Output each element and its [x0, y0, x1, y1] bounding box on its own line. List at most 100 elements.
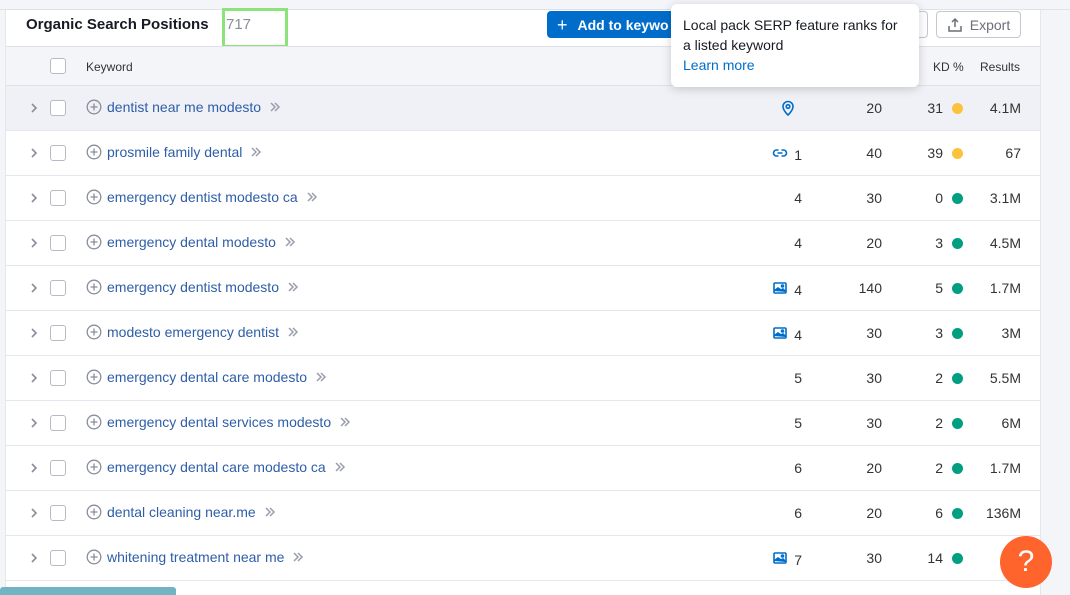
row-checkbox[interactable]: [50, 460, 66, 476]
row-checkbox[interactable]: [50, 325, 66, 341]
keyword-overview-icon[interactable]: [263, 505, 277, 519]
add-keyword-icon[interactable]: [86, 99, 102, 115]
keyword-overview-icon[interactable]: [291, 550, 305, 564]
keyword-overview-icon[interactable]: [314, 370, 328, 384]
keyword-link[interactable]: emergency dental modesto: [107, 234, 276, 250]
keyword-link[interactable]: emergency dental care modesto: [107, 369, 307, 385]
expand-chevron-icon[interactable]: [28, 235, 40, 251]
table-row[interactable]: emergency dental care modesto ca 6 20 2 1.7M: [6, 446, 1040, 491]
expand-chevron-icon[interactable]: [28, 100, 40, 116]
table-row[interactable]: dentist near me modesto 20 31 4.1M: [6, 86, 1040, 131]
keyword-cell: dental cleaning near.me: [86, 504, 277, 520]
expand-chevron-icon[interactable]: [28, 415, 40, 431]
learn-more-link[interactable]: Learn more: [683, 55, 907, 75]
keyword-cell: dentist near me modesto: [86, 99, 282, 115]
keyword-overview-icon[interactable]: [338, 415, 352, 429]
table-row[interactable]: emergency dental care modesto 5 30 2 5.5M: [6, 356, 1040, 401]
keyword-link[interactable]: modesto emergency dentist: [107, 324, 279, 340]
expand-chevron-icon[interactable]: [28, 280, 40, 296]
keyword-link[interactable]: dentist near me modesto: [107, 99, 261, 115]
tooltip-text: Local pack SERP feature ranks for a list…: [683, 17, 898, 53]
help-button[interactable]: ?: [1000, 536, 1052, 588]
add-keyword-icon[interactable]: [86, 414, 102, 430]
kd-difficulty-dot: [952, 508, 963, 519]
keyword-link[interactable]: prosmile family dental: [107, 144, 242, 160]
position-value: 4: [794, 326, 802, 343]
keyword-cell: modesto emergency dentist: [86, 324, 300, 340]
expand-chevron-icon[interactable]: [28, 550, 40, 566]
expand-chevron-icon[interactable]: [28, 145, 40, 161]
table-row[interactable]: whitening treatment near me7301440.: [6, 536, 1040, 581]
expand-chevron-icon[interactable]: [28, 370, 40, 386]
add-keyword-icon[interactable]: [86, 189, 102, 205]
row-checkbox[interactable]: [50, 505, 66, 521]
table-row[interactable]: dental cleaning near.me 6 20 6 136M: [6, 491, 1040, 536]
add-keyword-icon[interactable]: [86, 369, 102, 385]
keyword-link[interactable]: emergency dental care modesto ca: [107, 459, 326, 475]
results-value: 136M: [985, 505, 1021, 521]
add-keyword-icon[interactable]: [86, 144, 102, 160]
keyword-link[interactable]: dental cleaning near.me: [107, 504, 256, 520]
expand-chevron-icon[interactable]: [28, 460, 40, 476]
keyword-overview-icon[interactable]: [305, 190, 319, 204]
results-value: 4.5M: [989, 235, 1021, 251]
keyword-overview-icon[interactable]: [286, 325, 300, 339]
keyword-cell: prosmile family dental: [86, 144, 263, 160]
table-row[interactable]: emergency dental services modesto 5 30 2 6M: [6, 401, 1040, 446]
add-keyword-icon[interactable]: [86, 324, 102, 340]
link-icon: [772, 145, 788, 164]
row-checkbox[interactable]: [50, 145, 66, 161]
volume-value: 30: [866, 190, 882, 206]
keyword-overview-icon[interactable]: [333, 460, 347, 474]
row-checkbox[interactable]: [50, 100, 66, 116]
row-checkbox[interactable]: [50, 235, 66, 251]
position-cell: 4: [794, 190, 802, 206]
keyword-overview-icon[interactable]: [249, 145, 263, 159]
table-row[interactable]: modesto emergency dentist 4 30 3 3M: [6, 311, 1040, 356]
add-to-keyword-list-button[interactable]: + Add to keywo: [547, 11, 683, 38]
table-row[interactable]: prosmile family dental 1 40 39 67: [6, 131, 1040, 176]
expand-chevron-icon[interactable]: [28, 505, 40, 521]
select-all-checkbox[interactable]: [50, 58, 66, 74]
column-header-keyword[interactable]: Keyword: [86, 60, 133, 74]
table-row[interactable]: emergency dental modesto 4 20 3 4.5M: [6, 221, 1040, 266]
column-header-results[interactable]: Results: [980, 60, 1020, 74]
position-value: 1: [794, 146, 802, 163]
serp-feature-tooltip: Local pack SERP feature ranks for a list…: [671, 4, 919, 87]
keyword-cell: emergency dental care modesto: [86, 369, 328, 385]
add-keyword-icon[interactable]: [86, 279, 102, 295]
volume-value: 30: [866, 550, 882, 566]
add-keyword-icon[interactable]: [86, 459, 102, 475]
position-cell: 7: [772, 550, 802, 569]
table-row[interactable]: emergency dentist modesto 4 140 5 1.7M: [6, 266, 1040, 311]
row-checkbox[interactable]: [50, 550, 66, 566]
row-checkbox[interactable]: [50, 190, 66, 206]
row-checkbox[interactable]: [50, 415, 66, 431]
column-header-kd[interactable]: KD %: [933, 60, 964, 74]
keyword-link[interactable]: emergency dentist modesto ca: [107, 189, 298, 205]
position-cell: 4: [772, 325, 802, 344]
keyword-link[interactable]: whitening treatment near me: [107, 549, 284, 565]
table-row[interactable]: emergency dentist modesto ca 4 30 0 3.1M: [6, 176, 1040, 221]
expand-chevron-icon[interactable]: [28, 325, 40, 341]
keyword-overview-icon[interactable]: [286, 280, 300, 294]
expand-chevron-icon[interactable]: [28, 190, 40, 206]
row-checkbox[interactable]: [50, 280, 66, 296]
row-checkbox[interactable]: [50, 370, 66, 386]
add-keyword-icon[interactable]: [86, 549, 102, 565]
kd-difficulty-dot: [952, 553, 963, 564]
kd-difficulty-dot: [952, 148, 963, 159]
keyword-link[interactable]: emergency dental services modesto: [107, 414, 331, 430]
position-cell: 5: [794, 415, 802, 431]
export-button[interactable]: Export: [936, 11, 1021, 38]
volume-value: 30: [866, 415, 882, 431]
keyword-link[interactable]: emergency dentist modesto: [107, 279, 279, 295]
position-value: 4: [794, 235, 802, 251]
bottom-status-tab: [0, 587, 176, 595]
kd-difficulty-dot: [952, 103, 963, 114]
add-keyword-icon[interactable]: [86, 504, 102, 520]
keyword-overview-icon[interactable]: [268, 100, 282, 114]
results-value: 1.7M: [989, 460, 1021, 476]
keyword-overview-icon[interactable]: [283, 235, 297, 249]
add-keyword-icon[interactable]: [86, 234, 102, 250]
